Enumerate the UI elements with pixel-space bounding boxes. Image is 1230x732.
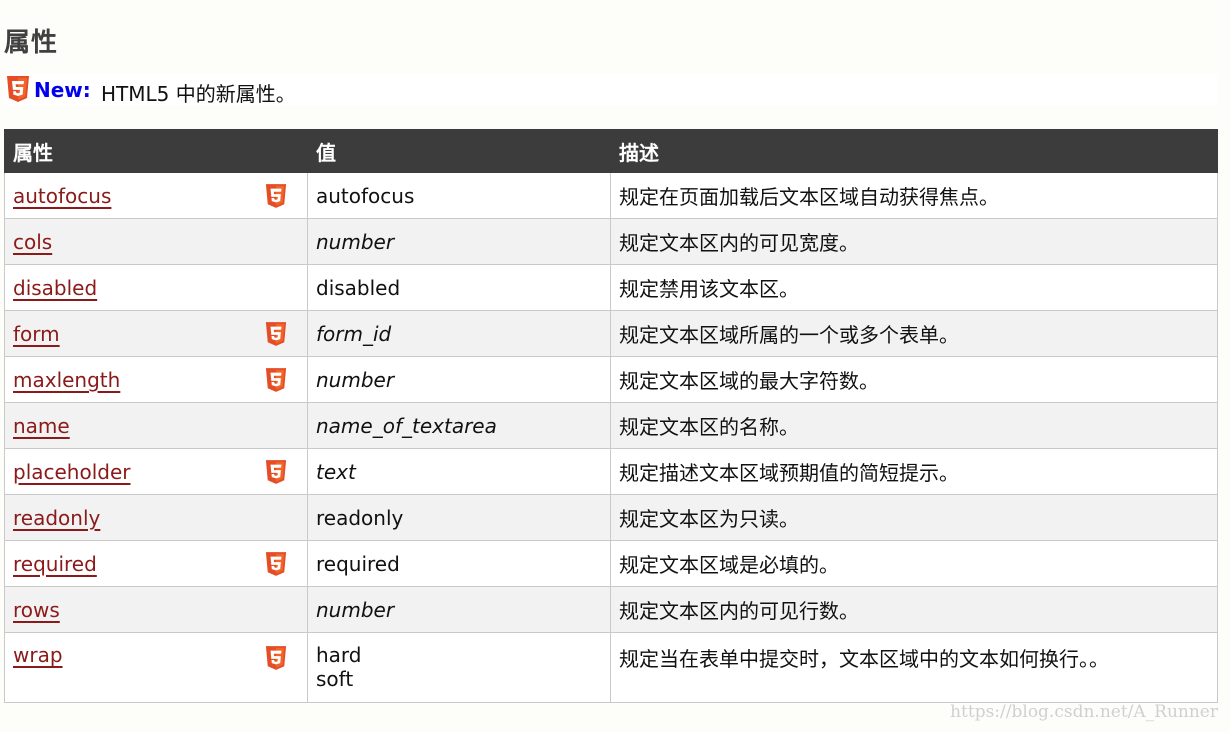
html5-icon — [265, 645, 287, 676]
attribute-link[interactable]: wrap — [13, 643, 63, 667]
value-cell: text — [307, 448, 611, 495]
description-text: 规定在页面加载后文本区域自动获得焦点。 — [619, 185, 999, 209]
attribute-cell: rows — [4, 586, 308, 633]
table-row: name name_of_textarea 规定文本区的名称。 — [4, 402, 1218, 449]
attribute-link[interactable]: name — [13, 414, 70, 438]
attribute-cell: required — [4, 540, 308, 587]
table-row: rows number 规定文本区内的可见行数。 — [4, 586, 1218, 633]
description-cell: 规定文本区内的可见宽度。 — [610, 218, 1218, 265]
value-text: form_id — [316, 321, 392, 346]
table-row: maxlength number 规定文本区域的最大字符数。 — [4, 356, 1218, 403]
watermark: https://blog.csdn.net/A_Runner — [950, 702, 1218, 722]
description-text: 规定文本区内的可见行数。 — [619, 599, 859, 623]
description-cell: 规定当在表单中提交时，文本区域中的文本如何换行。。 — [610, 632, 1218, 703]
note-text: HTML5 中的新属性。 — [101, 82, 296, 106]
attribute-cell: form — [4, 310, 308, 357]
description-cell: 规定在页面加载后文本区域自动获得焦点。 — [610, 172, 1218, 219]
attribute-link[interactable]: maxlength — [13, 368, 120, 392]
attribute-cell: readonly — [4, 494, 308, 541]
value-text: text — [316, 459, 356, 484]
value-cell: required — [307, 540, 611, 587]
table-row: cols number 规定文本区内的可见宽度。 — [4, 218, 1218, 265]
description-cell: 规定文本区的名称。 — [610, 402, 1218, 449]
value-cell: form_id — [307, 310, 611, 357]
value-cell: autofocus — [307, 172, 611, 219]
description-text: 规定文本区为只读。 — [619, 507, 799, 531]
section-heading: 属性 — [4, 28, 59, 58]
description-cell: 规定描述文本区域预期值的简短提示。 — [610, 448, 1218, 495]
value-text: number — [316, 367, 395, 392]
attribute-link[interactable]: disabled — [13, 276, 97, 300]
new-label: New: — [34, 78, 91, 102]
value-text: required — [316, 551, 400, 576]
column-header-attribute: 属性 — [4, 129, 308, 173]
attribute-cell: name — [4, 402, 308, 449]
value-text: number — [316, 597, 395, 622]
html5-icon — [265, 367, 287, 398]
description-text: 规定当在表单中提交时，文本区域中的文本如何换行。。 — [619, 647, 1109, 671]
column-header-description: 描述 — [610, 129, 1218, 173]
attribute-link[interactable]: placeholder — [13, 460, 131, 484]
html5-icon — [265, 459, 287, 490]
value-cell: number — [307, 218, 611, 265]
table-header-row: 属性 值 描述 — [4, 129, 1218, 173]
description-cell: 规定文本区为只读。 — [610, 494, 1218, 541]
description-cell: 规定文本区内的可见行数。 — [610, 586, 1218, 633]
description-cell: 规定文本区域所属的一个或多个表单。 — [610, 310, 1218, 357]
value-text: hard — [316, 643, 362, 667]
description-text: 规定禁用该文本区。 — [619, 277, 799, 301]
table-row: required required 规定文本区域是必填的。 — [4, 540, 1218, 587]
value-cell: readonly — [307, 494, 611, 541]
html5-note: New: HTML5 中的新属性。 — [4, 74, 1217, 107]
html5-icon — [265, 551, 287, 582]
attribute-link[interactable]: rows — [13, 598, 60, 622]
attribute-cell: placeholder — [4, 448, 308, 495]
table-row: autofocus autofocus 规定在页面加载后文本区域自动获得焦点。 — [4, 172, 1218, 219]
table-row: placeholder text 规定描述文本区域预期值的简短提示。 — [4, 448, 1218, 495]
value-cell: hard soft — [307, 632, 611, 703]
description-cell: 规定禁用该文本区。 — [610, 264, 1218, 311]
table-row: disabled disabled 规定禁用该文本区。 — [4, 264, 1218, 311]
attribute-link[interactable]: readonly — [13, 506, 100, 530]
description-text: 规定文本区域的最大字符数。 — [619, 369, 879, 393]
description-text: 规定描述文本区域预期值的简短提示。 — [619, 461, 959, 485]
value-text: readonly — [316, 505, 404, 530]
table-row: wrap hard soft 规定当在表单中提交时，文本区域中的文本如何换行。。 — [4, 632, 1218, 703]
value-text: soft — [316, 667, 354, 691]
attribute-cell: cols — [4, 218, 308, 265]
value-text: autofocus — [316, 183, 415, 208]
attribute-link[interactable]: form — [13, 322, 60, 346]
description-text: 规定文本区的名称。 — [619, 415, 799, 439]
attribute-cell: maxlength — [4, 356, 308, 403]
attribute-cell: wrap — [4, 632, 308, 703]
page: 属性 New: HTML5 中的新属性。 属性 值 描述 autofocus au… — [0, 0, 1230, 732]
description-text: 规定文本区域所属的一个或多个表单。 — [619, 323, 959, 347]
value-text: disabled — [316, 275, 401, 300]
value-cell: disabled — [307, 264, 611, 311]
description-text: 规定文本区域是必填的。 — [619, 553, 839, 577]
table-row: form form_id 规定文本区域所属的一个或多个表单。 — [4, 310, 1218, 357]
attribute-link[interactable]: cols — [13, 230, 52, 254]
html5-icon — [265, 321, 287, 352]
html5-icon — [265, 183, 287, 214]
value-text: name_of_textarea — [316, 413, 497, 438]
table-row: readonly readonly 规定文本区为只读。 — [4, 494, 1218, 541]
attributes-table: 属性 值 描述 autofocus autofocus 规定在页面加载后文本区域自动… — [4, 129, 1218, 703]
description-text: 规定文本区内的可见宽度。 — [619, 231, 859, 255]
value-cell: name_of_textarea — [307, 402, 611, 449]
attribute-link[interactable]: required — [13, 552, 97, 576]
description-cell: 规定文本区域的最大字符数。 — [610, 356, 1218, 403]
column-header-value: 值 — [307, 129, 611, 173]
attribute-cell: autofocus — [4, 172, 308, 219]
attribute-cell: disabled — [4, 264, 308, 311]
description-cell: 规定文本区域是必填的。 — [610, 540, 1218, 587]
html5-icon — [6, 76, 30, 107]
attribute-link[interactable]: autofocus — [13, 184, 111, 208]
value-cell: number — [307, 586, 611, 633]
value-cell: number — [307, 356, 611, 403]
value-text: number — [316, 229, 395, 254]
